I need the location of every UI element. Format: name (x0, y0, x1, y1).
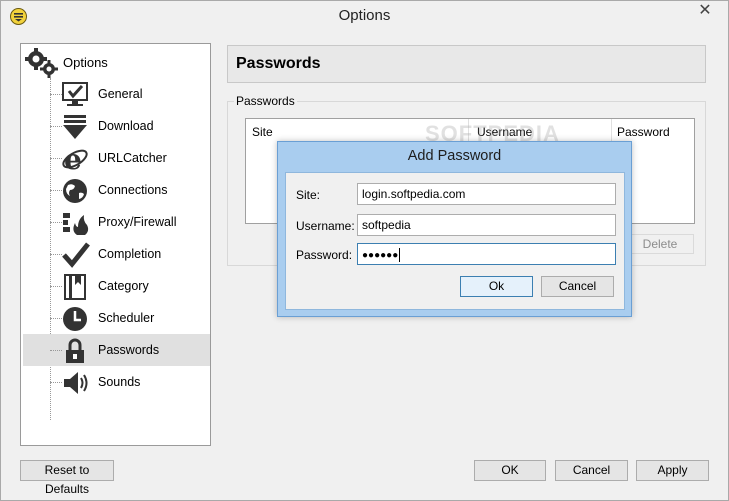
column-password[interactable]: Password (617, 125, 670, 139)
firewall-icon (61, 209, 91, 237)
tree-root-label: Options (63, 55, 108, 70)
group-label: Passwords (234, 94, 297, 108)
cancel-button[interactable]: Cancel (555, 460, 628, 481)
tree-item-download[interactable]: Download (23, 110, 210, 142)
options-tree: Options General Download e URLCatcher Co… (20, 43, 211, 446)
ie-logo-icon: e (61, 143, 91, 176)
site-field[interactable]: login.softpedia.com (357, 183, 616, 205)
tree-item-label: Scheduler (98, 311, 155, 325)
add-password-dialog: Add Password Site: login.softpedia.com U… (277, 141, 632, 317)
page-title: Passwords (236, 55, 321, 72)
clock-icon (61, 305, 91, 333)
tree-item-general[interactable]: General (23, 78, 210, 110)
tree-item-label: Sounds (98, 375, 141, 389)
monitor-check-icon (61, 81, 91, 109)
tree-item-label: Completion (98, 247, 162, 261)
apply-button[interactable]: Apply (636, 460, 709, 481)
gears-icon (25, 48, 59, 78)
tree-item-label: Download (98, 119, 154, 133)
tree-item-category[interactable]: Category (23, 270, 210, 302)
tree-item-label: Passwords (98, 343, 160, 357)
tree-item-sounds[interactable]: Sounds (23, 366, 210, 398)
username-field[interactable]: softpedia (357, 214, 616, 236)
tree-item-completion[interactable]: Completion (23, 238, 210, 270)
download-arrow-icon (61, 113, 91, 141)
column-site[interactable]: Site (252, 125, 273, 139)
tree-item-connections[interactable]: Connections (23, 174, 210, 206)
globe-icon (61, 177, 91, 205)
tree-item-label: Connections (98, 183, 168, 197)
book-icon (61, 273, 91, 301)
site-label: Site: (296, 188, 321, 202)
padlock-icon (61, 337, 91, 365)
options-window: Options ✕ Options General Download e URL… (0, 0, 729, 501)
checkmark-icon (61, 241, 91, 269)
reset-to-defaults-button[interactable]: Reset to Defaults (20, 460, 114, 496)
dialog-ok-button[interactable]: Ok (460, 276, 533, 297)
password-field[interactable]: ●●●●●● (357, 243, 616, 265)
dialog-title: Add Password (407, 148, 502, 164)
tree-item-scheduler[interactable]: Scheduler (23, 302, 210, 334)
password-mask: ●●●●●● (362, 250, 399, 261)
ok-button[interactable]: OK (474, 460, 546, 481)
tree-root-options[interactable]: Options (25, 46, 205, 78)
tree-item-passwords[interactable]: Passwords (23, 334, 210, 366)
password-label: Password: (296, 248, 353, 262)
tree-item-label: General (98, 87, 143, 101)
tree-item-label: URLCatcher (98, 151, 167, 165)
close-button[interactable]: ✕ (688, 1, 722, 21)
window-title: Options (338, 7, 391, 24)
tree-item-label: Category (98, 279, 149, 293)
dialog-cancel-button[interactable]: Cancel (541, 276, 614, 297)
page-header: Passwords (227, 45, 706, 83)
text-caret (399, 247, 401, 262)
dialog-body: Site: login.softpedia.com Username: soft… (285, 172, 625, 310)
speaker-icon (61, 369, 91, 397)
title-bar: Options ✕ (1, 1, 728, 31)
delete-button[interactable]: Delete (626, 234, 694, 254)
tree-item-urlcatcher[interactable]: e URLCatcher (23, 142, 210, 176)
tree-item-label: Proxy/Firewall (98, 215, 177, 229)
tree-item-proxy-firewall[interactable]: Proxy/Firewall (23, 206, 210, 238)
column-separator (611, 119, 612, 141)
username-label: Username: (296, 219, 355, 233)
